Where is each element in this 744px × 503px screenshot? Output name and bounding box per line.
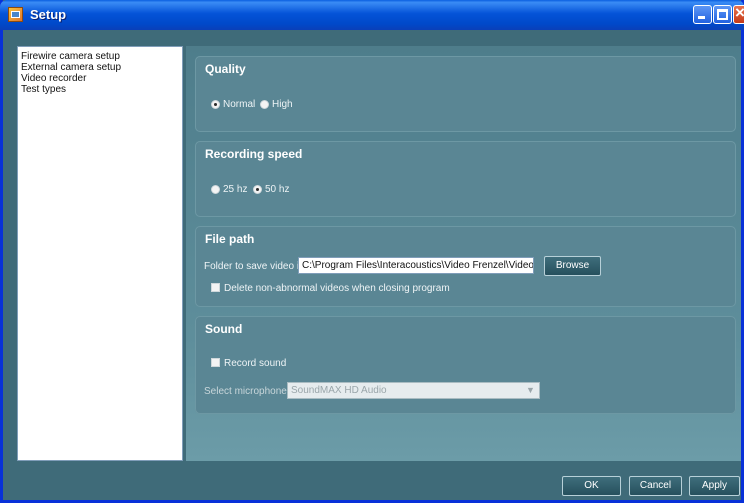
speed-50hz-radio[interactable] (253, 185, 262, 194)
recording-speed-title: Recording speed (205, 147, 303, 161)
sound-title: Sound (205, 322, 243, 336)
close-button[interactable] (733, 3, 744, 24)
minimize-button[interactable] (693, 5, 712, 24)
folder-path-input[interactable]: C:\Program Files\Interacoustics\Video Fr… (298, 257, 534, 274)
delete-videos-label: Delete non-abnormal videos when closing … (224, 283, 450, 294)
record-sound-checkbox[interactable] (211, 358, 220, 367)
speed-50hz-label: 50 hz (265, 184, 290, 195)
quality-normal-option[interactable]: Normal (211, 99, 255, 110)
tree-item-test-types[interactable]: Test types (21, 84, 66, 95)
delete-videos-checkbox[interactable] (211, 283, 220, 292)
setup-window: Setup Firewire camera setup External cam… (0, 0, 744, 503)
settings-panel: Quality Normal High Recording speed 25 h… (186, 46, 741, 461)
browse-button[interactable]: Browse (544, 256, 601, 276)
cancel-button[interactable]: Cancel (629, 476, 682, 496)
microphone-value: SoundMAX HD Audio (291, 385, 387, 396)
tree-item-firewire-camera-setup[interactable]: Firewire camera setup (21, 51, 120, 62)
maximize-button[interactable] (713, 5, 732, 24)
quality-high-radio[interactable] (260, 100, 269, 109)
microphone-select[interactable]: SoundMAX HD Audio ▼ (287, 382, 540, 399)
file-path-group: File path Folder to save video in: C:\Pr… (195, 226, 736, 307)
recording-speed-group: Recording speed 25 hz 50 hz (195, 141, 736, 217)
window-title: Setup (30, 7, 67, 22)
speed-25hz-label: 25 hz (223, 184, 248, 195)
sound-group: Sound Record sound Select microphone Sou… (195, 316, 736, 414)
microphone-label: Select microphone (204, 386, 287, 397)
client-area: Firewire camera setup External camera se… (3, 30, 741, 500)
tree-item-external-camera-setup[interactable]: External camera setup (21, 62, 121, 73)
title-bar[interactable]: Setup (0, 0, 744, 30)
quality-normal-label: Normal (223, 99, 256, 110)
app-icon (8, 7, 23, 22)
quality-high-label: High (272, 99, 293, 110)
apply-button[interactable]: Apply (689, 476, 740, 496)
settings-tree: Firewire camera setup External camera se… (17, 46, 183, 461)
quality-high-option[interactable]: High (260, 99, 293, 110)
quality-title: Quality (205, 62, 246, 76)
folder-label: Folder to save video in: (204, 261, 308, 272)
record-sound-label: Record sound (224, 358, 287, 369)
speed-25hz-radio[interactable] (211, 185, 220, 194)
ok-button[interactable]: OK (562, 476, 621, 496)
chevron-down-icon[interactable]: ▼ (524, 384, 537, 397)
quality-group: Quality Normal High (195, 56, 736, 132)
tree-item-video-recorder[interactable]: Video recorder (21, 73, 86, 84)
speed-50hz-option[interactable]: 50 hz (253, 184, 289, 195)
speed-25hz-option[interactable]: 25 hz (211, 184, 247, 195)
quality-normal-radio[interactable] (211, 100, 220, 109)
file-path-title: File path (205, 232, 255, 246)
